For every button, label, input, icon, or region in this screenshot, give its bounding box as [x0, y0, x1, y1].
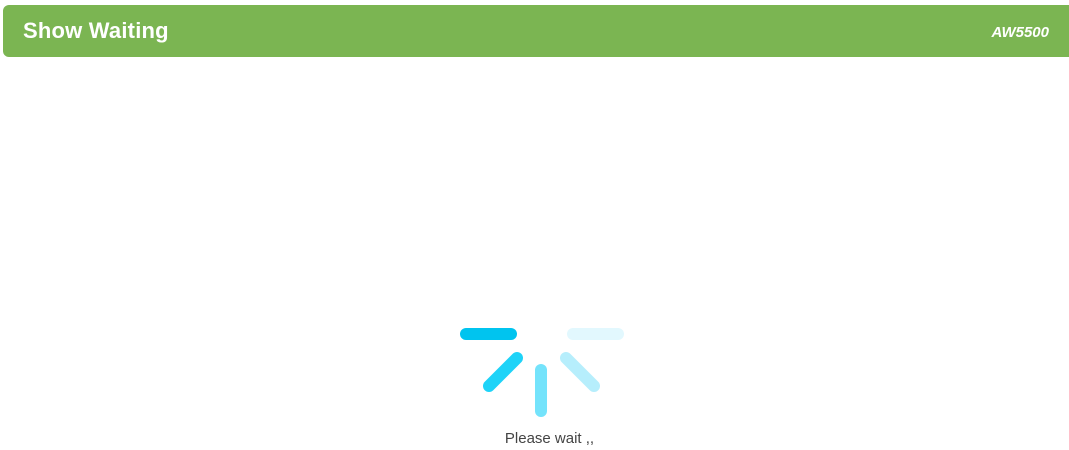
page-header: Show Waiting AW5500 — [3, 5, 1069, 57]
spinner-bar-diagonal-left — [483, 352, 523, 392]
loading-spinner-icon — [460, 328, 624, 417]
loading-message: Please wait ,, — [504, 430, 595, 447]
spinner-bar-diagonal-right — [560, 352, 600, 392]
page-title: Show Waiting — [23, 18, 169, 43]
device-model-label: AW5500 — [991, 24, 1049, 41]
